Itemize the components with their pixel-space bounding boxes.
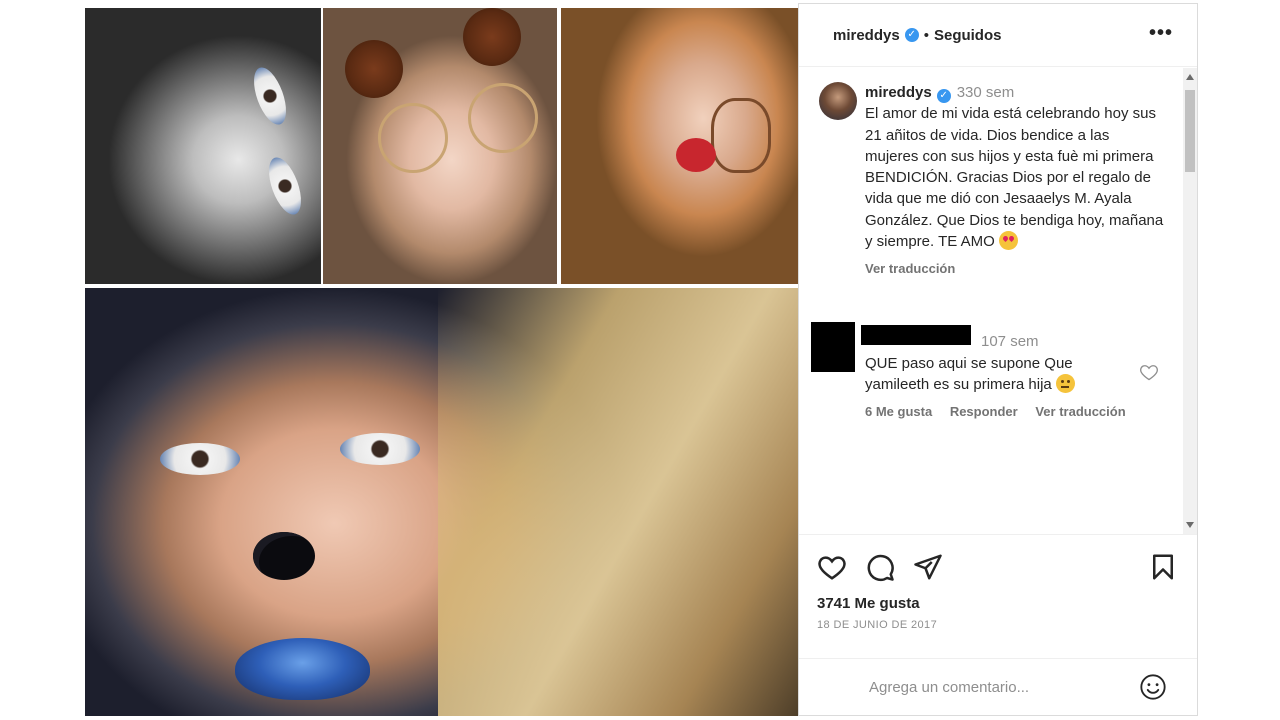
scroll-thumb[interactable] [1185, 90, 1195, 172]
header-username[interactable]: mireddys [833, 27, 900, 44]
post-image-collage[interactable] [85, 8, 798, 716]
comment-translate-link[interactable]: Ver traducción [1035, 404, 1125, 419]
redacted-username [861, 325, 971, 345]
comment-likes[interactable]: 6 Me gusta [865, 404, 932, 419]
post-side-panel: mireddys ✓ • Seguidos ••• mireddys ✓ 330 s… [798, 3, 1198, 716]
post-header: mireddys ✓ • Seguidos ••• [799, 4, 1197, 67]
paper-plane-icon[interactable] [913, 552, 943, 582]
comment-input[interactable] [869, 673, 1129, 701]
verified-badge-icon: ✓ [936, 89, 951, 103]
smiley-icon[interactable] [1139, 673, 1167, 701]
avatar[interactable] [819, 82, 857, 120]
comments-scrollbar[interactable] [1183, 68, 1197, 534]
caption-text: El amor de mi vida está celebrando hoy s… [865, 105, 1164, 251]
eye-shape [247, 63, 293, 129]
header-separator: • [923, 26, 929, 44]
bookmark-icon[interactable] [1148, 552, 1178, 582]
eye-shape [262, 153, 308, 219]
caption-translate-link[interactable]: Ver traducción [865, 258, 955, 279]
caption-username[interactable]: mireddys [865, 84, 932, 101]
post-date: 18 DE JUNIO DE 2017 [817, 619, 938, 631]
heart-icon[interactable] [817, 552, 847, 582]
scroll-down-arrow-icon[interactable] [1186, 522, 1194, 528]
hair-shape [438, 288, 798, 716]
action-icons-row [817, 552, 1187, 584]
more-options-icon[interactable]: ••• [1149, 22, 1173, 45]
collage-photo-main [85, 288, 798, 716]
caption-time: 330 sem [956, 84, 1015, 101]
comment-text: QUE paso aqui se supone Que yamileeth es… [865, 355, 1073, 393]
collage-photo-1 [85, 8, 321, 284]
heart-eyes-emoji-icon [998, 231, 1018, 251]
red-lips-shape [676, 138, 716, 172]
thinking-emoji-icon [1055, 374, 1075, 393]
collage-photo-2 [323, 8, 557, 284]
comments-list[interactable]: mireddys ✓ 330 sem El amor de mi vida está… [799, 68, 1185, 534]
likes-count[interactable]: 3741 Me gusta [817, 595, 920, 612]
comment-bubble-icon[interactable] [865, 552, 895, 582]
blue-lips-shape [235, 638, 370, 700]
comment-reply-button[interactable]: Responder [950, 404, 1018, 419]
eye-shape [340, 433, 420, 465]
caption-text-block: mireddys ✓ 330 sem El amor de mi vida está… [865, 82, 1165, 280]
verified-badge-icon: ✓ [904, 28, 919, 42]
comment-like-heart-icon[interactable] [1139, 362, 1159, 382]
glasses-shape [378, 103, 448, 173]
comment-time: 107 sem [981, 333, 1039, 350]
comment-text-block: QUE paso aqui se supone Que yamileeth es… [865, 353, 1115, 395]
dog-nose-filter [253, 532, 315, 580]
collage-photo-3 [561, 8, 798, 284]
add-comment-bar [799, 658, 1197, 714]
scroll-up-arrow-icon[interactable] [1186, 74, 1194, 80]
comment-meta: 6 Me gusta Responder Ver traducción [865, 404, 1140, 419]
follow-status-button[interactable]: Seguidos [934, 27, 1002, 44]
eye-shape [160, 443, 240, 475]
glasses-shape [468, 83, 538, 153]
avatar[interactable] [811, 322, 855, 372]
post-actions: 3741 Me gusta 18 DE JUNIO DE 2017 [799, 534, 1197, 714]
glasses-shape [711, 98, 771, 173]
